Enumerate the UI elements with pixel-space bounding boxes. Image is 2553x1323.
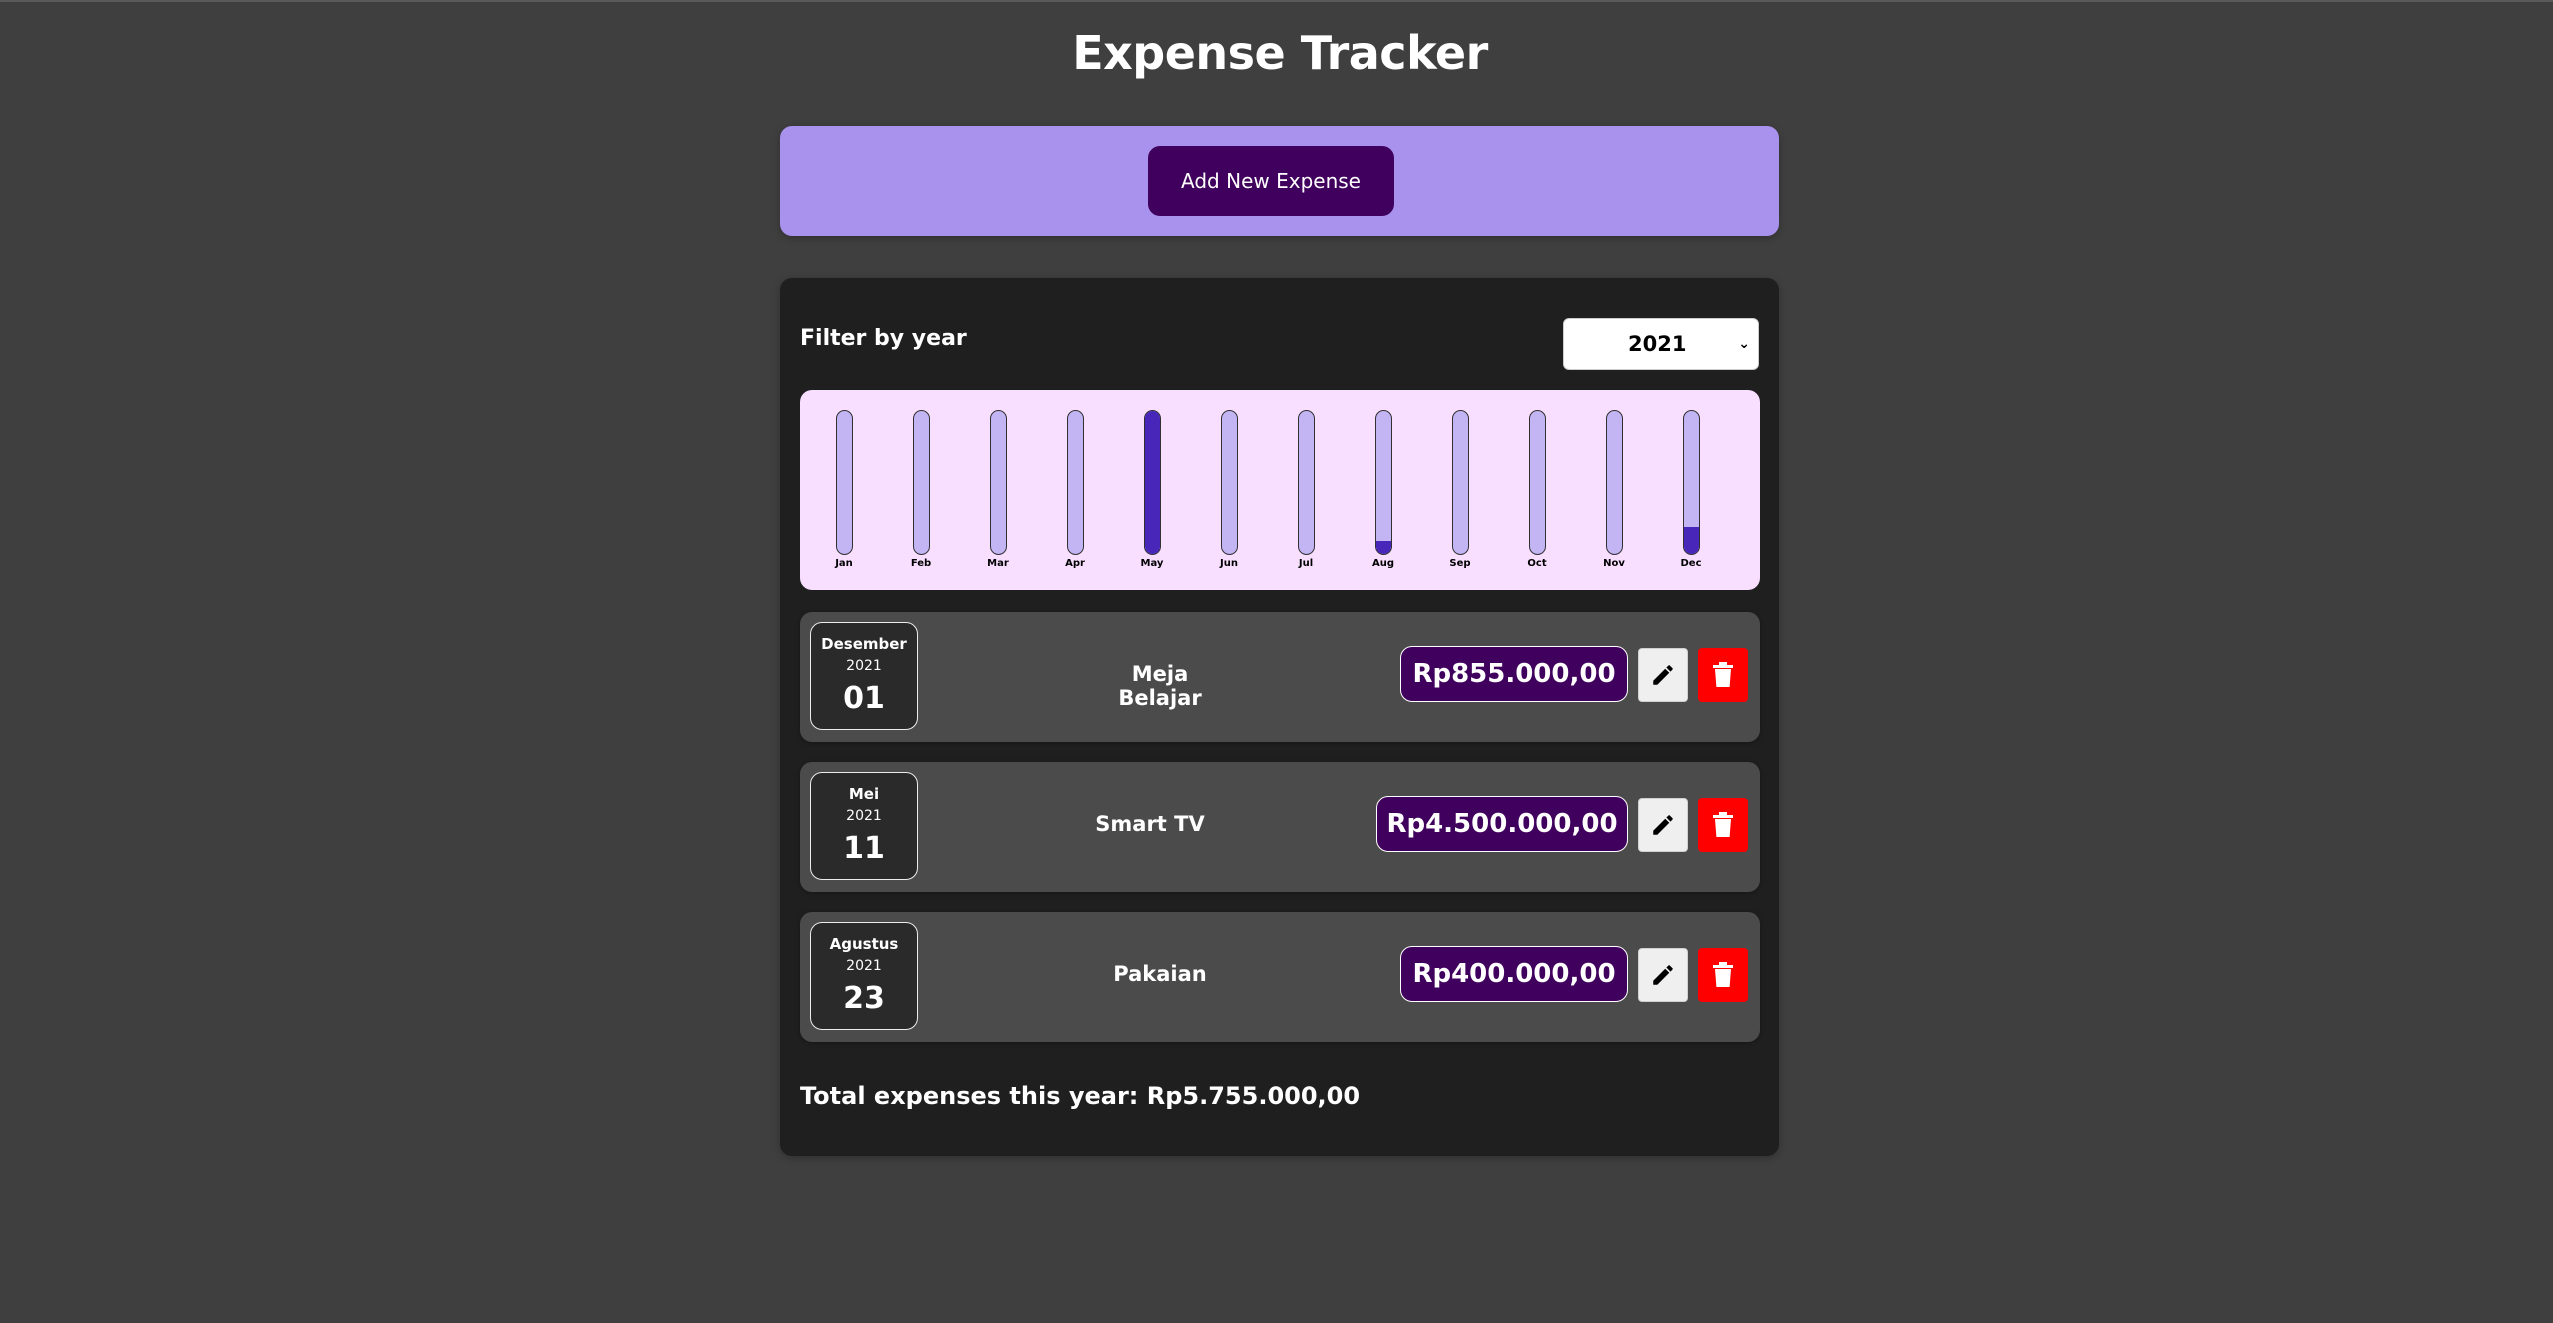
chart-bar-sep: Sep [1440, 410, 1480, 582]
chart-bar-apr: Apr [1055, 410, 1095, 582]
chart-bar-track [1298, 410, 1315, 555]
expenses-panel: Filter by year 2021 ⌄ Jan Feb Mar Apr May Jun… [780, 278, 1779, 1156]
expense-item: Desember 2021 01 Meja Belajar Rp855.000,… [800, 612, 1760, 742]
expense-date: Desember 2021 01 [810, 622, 918, 730]
expense-price: Rp4.500.000,00 [1376, 796, 1628, 852]
new-expense-panel: Add New Expense [780, 126, 1779, 236]
chart-bar-track [913, 410, 930, 555]
expense-date-day: 11 [843, 831, 885, 866]
trash-icon [1713, 662, 1733, 687]
edit-button[interactable] [1638, 648, 1688, 702]
chart-bar-label: Oct [1527, 558, 1547, 569]
expense-item: Mei 2021 11 Smart TV Rp4.500.000,00 [800, 762, 1760, 892]
chart-bar-label: Feb [910, 558, 932, 569]
chart-bar-label: Nov [1603, 558, 1625, 569]
chart-bar-fill [1684, 526, 1699, 554]
chart-bar-may: May [1132, 410, 1172, 582]
chart-bar-track [990, 410, 1007, 555]
chart-bar-track [1067, 410, 1084, 555]
chart-bar-label: Jan [835, 558, 853, 569]
top-border [0, 0, 2553, 2]
expense-date: Agustus 2021 23 [810, 922, 918, 1030]
expense-date: Mei 2021 11 [810, 772, 918, 880]
expense-date-day: 01 [843, 681, 885, 716]
chart-bar-jul: Jul [1286, 410, 1326, 582]
chart-bar-label: May [1140, 558, 1164, 569]
chart-bar-label: Jul [1298, 558, 1314, 569]
pencil-icon [1653, 965, 1673, 985]
chart-bar-label: Apr [1065, 558, 1085, 569]
chart-bar-aug: Aug [1363, 410, 1403, 582]
chart-bar-fill [1376, 541, 1391, 554]
chart-bar-track [836, 410, 853, 555]
chart-bar-track [1144, 410, 1161, 555]
chart-bar-label: Mar [987, 558, 1009, 569]
expense-title: Meja Belajar [1118, 662, 1202, 710]
chart-bar-label: Dec [1680, 558, 1702, 569]
expense-item: Agustus 2021 23 Pakaian Rp400.000,00 [800, 912, 1760, 1042]
year-select-value: 2021 [1628, 332, 1687, 356]
chart-bar-label: Jun [1220, 558, 1238, 569]
chart-bar-oct: Oct [1517, 410, 1557, 582]
delete-button[interactable] [1698, 648, 1748, 702]
expense-date-month: Agustus [829, 935, 899, 953]
year-select[interactable]: 2021 ⌄ [1563, 318, 1759, 370]
chart-bar-jan: Jan [824, 410, 864, 582]
filter-label: Filter by year [800, 326, 967, 351]
expense-title: Smart TV [1095, 812, 1205, 836]
chart-bar-track [1606, 410, 1623, 555]
expense-date-year: 2021 [846, 658, 882, 674]
trash-icon [1713, 812, 1733, 837]
chart-bar-nov: Nov [1594, 410, 1634, 582]
pencil-icon [1653, 815, 1673, 835]
chart-bar-fill [1145, 411, 1160, 554]
chart-bar-track [1529, 410, 1546, 555]
delete-button[interactable] [1698, 798, 1748, 852]
chart-bar-track [1221, 410, 1238, 555]
chart-bar-dec: Dec [1671, 410, 1711, 582]
chevron-down-icon: ⌄ [1738, 336, 1750, 352]
edit-button[interactable] [1638, 798, 1688, 852]
pencil-icon [1653, 665, 1673, 685]
chart-bar-track [1375, 410, 1392, 555]
delete-button[interactable] [1698, 948, 1748, 1002]
expense-date-year: 2021 [846, 958, 882, 974]
chart-bar-mar: Mar [978, 410, 1018, 582]
page-title: Expense Tracker [1072, 26, 1488, 80]
expense-date-day: 23 [843, 981, 885, 1016]
chart-bar-jun: Jun [1209, 410, 1249, 582]
expense-date-month: Desember [821, 635, 907, 653]
chart-bar-track [1683, 410, 1700, 555]
chart-bar-track [1452, 410, 1469, 555]
add-new-expense-button[interactable]: Add New Expense [1148, 146, 1394, 216]
chart-bar-label: Sep [1449, 558, 1471, 569]
expense-date-year: 2021 [846, 808, 882, 824]
expenses-chart: Jan Feb Mar Apr May Jun Jul Aug Sep Oct Nov Dec [800, 390, 1760, 590]
expense-price: Rp400.000,00 [1400, 946, 1628, 1002]
chart-bar-label: Aug [1371, 558, 1395, 569]
expense-date-month: Mei [848, 785, 880, 803]
trash-icon [1713, 962, 1733, 987]
chart-bar-feb: Feb [901, 410, 941, 582]
total-expenses: Total expenses this year: Rp5.755.000,00 [800, 1082, 1361, 1110]
expense-price: Rp855.000,00 [1400, 646, 1628, 702]
edit-button[interactable] [1638, 948, 1688, 1002]
expense-title: Pakaian [1113, 962, 1207, 986]
